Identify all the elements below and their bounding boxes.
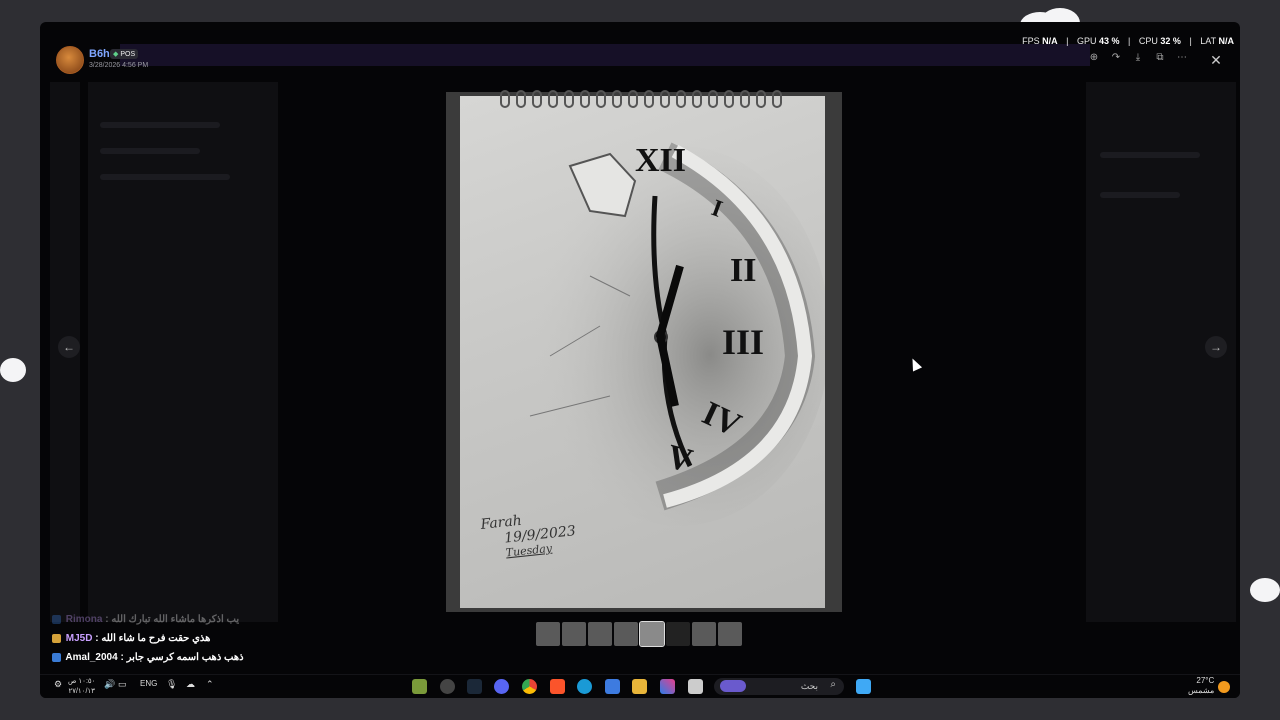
chat-username: Rimona bbox=[65, 614, 103, 625]
download-icon[interactable]: ⤓ bbox=[1130, 50, 1146, 66]
thumbnail-selected[interactable] bbox=[639, 621, 665, 647]
search-input[interactable]: بحث ⌕ bbox=[714, 678, 844, 695]
app-icon[interactable] bbox=[440, 679, 455, 694]
zoom-icon[interactable]: ⊕ bbox=[1086, 50, 1102, 66]
cpu-value: 32 % bbox=[1160, 36, 1181, 46]
search-decoration-icon bbox=[720, 680, 746, 692]
viewer-toolbar: ⊕ ↷ ⤓ ⧉ ⋯ bbox=[1086, 50, 1190, 66]
lat-label: LAT bbox=[1200, 36, 1216, 46]
cloud-decoration bbox=[1250, 578, 1280, 602]
cloud-decoration bbox=[0, 358, 26, 382]
store-icon[interactable] bbox=[605, 679, 620, 694]
fps-label: FPS bbox=[1022, 36, 1040, 46]
chat-username: Amal_2004 bbox=[65, 652, 118, 663]
gpu-value: 43 % bbox=[1099, 36, 1120, 46]
background-channel-list bbox=[88, 82, 278, 622]
lat-value: N/A bbox=[1218, 36, 1235, 46]
folder-icon[interactable] bbox=[632, 679, 647, 694]
badge-icon bbox=[52, 614, 61, 624]
mouse-cursor-icon bbox=[907, 356, 923, 372]
background-line bbox=[100, 122, 220, 128]
brave-icon[interactable] bbox=[550, 679, 565, 694]
weather-temp: 27°C bbox=[1196, 676, 1215, 685]
attachment-image: XII I II III IV V Farah 19/9/2023 Tuesda… bbox=[446, 90, 842, 612]
fps-value: N/A bbox=[1042, 36, 1058, 46]
badge-icon bbox=[52, 633, 61, 643]
banner-strip bbox=[120, 44, 1090, 66]
chrome-icon[interactable] bbox=[522, 679, 537, 694]
thumbnail[interactable] bbox=[718, 622, 742, 646]
search-icon: ⌕ bbox=[830, 679, 836, 690]
cloud-sync-icon[interactable]: ☁ bbox=[186, 679, 195, 690]
svg-text:XII: XII bbox=[635, 142, 686, 179]
settings-icon[interactable]: ⚙ bbox=[54, 679, 62, 690]
gpu-label: GPU bbox=[1076, 36, 1097, 46]
thumbnail[interactable] bbox=[588, 622, 612, 646]
speaker-icon[interactable]: 🔊 bbox=[104, 679, 115, 690]
clock-date: ٢٧/١٠/١٣ bbox=[68, 688, 95, 695]
tag-icon: ◆ bbox=[113, 51, 119, 58]
username[interactable]: B6h bbox=[89, 48, 110, 60]
cpu-label: CPU bbox=[1138, 36, 1158, 46]
arrow-right-icon[interactable]: → bbox=[1205, 336, 1227, 358]
copilot-icon[interactable] bbox=[660, 679, 675, 694]
arrow-left-icon[interactable]: ← bbox=[58, 336, 80, 358]
clock-time: ١٠:٥٠ ص bbox=[68, 678, 96, 685]
discord-icon[interactable] bbox=[494, 679, 509, 694]
background-line bbox=[100, 148, 200, 154]
viewer-header: B6h ◆ POS 3/28/2026 4:56 PM FPS N/A | GP… bbox=[40, 22, 1240, 74]
thumbnail[interactable] bbox=[666, 622, 690, 646]
chat-username: MJ5D bbox=[65, 633, 93, 644]
svg-text:II: II bbox=[730, 252, 756, 289]
chat-message: MJ5D : هذي حقت فرح ما شاء الله bbox=[52, 629, 244, 648]
clock[interactable]: ١٠:٥٠ ص ٢٧/١٠/١٣ bbox=[68, 677, 95, 697]
thumbnail[interactable] bbox=[562, 622, 586, 646]
open-external-icon[interactable]: ⧉ bbox=[1152, 50, 1168, 66]
steam-icon[interactable] bbox=[467, 679, 482, 694]
chat-message: Rimona : يب اذكرها ماشاء الله تبارك الله bbox=[52, 610, 244, 629]
taskbar: ⚙ ١٠:٥٠ ص ٢٧/١٠/١٣ 🔊 ▭ ENG 🎙 ☁ ⌃ بحث ⌕ 2… bbox=[40, 674, 1240, 698]
weather-desc: مشمس bbox=[1188, 686, 1215, 695]
minecraft-icon[interactable] bbox=[412, 679, 427, 694]
network-icon[interactable]: ▭ bbox=[118, 679, 127, 690]
background-line bbox=[1100, 152, 1200, 158]
thumbnail[interactable] bbox=[536, 622, 560, 646]
image-viewer-window: B6h ◆ POS 3/28/2026 4:56 PM FPS N/A | GP… bbox=[40, 22, 1240, 698]
weather-widget[interactable]: 27°C مشمس bbox=[1188, 676, 1214, 696]
edge-icon[interactable] bbox=[577, 679, 592, 694]
forward-icon[interactable]: ↷ bbox=[1108, 50, 1124, 66]
performance-overlay: FPS N/A | GPU 43 % | CPU 32 % | LAT N/A bbox=[1022, 36, 1235, 46]
chat-text: يب اذكرها ماشاء الله تبارك الله bbox=[111, 614, 240, 625]
window-icon[interactable] bbox=[688, 679, 703, 694]
thumbnail[interactable] bbox=[614, 622, 638, 646]
server-tag: ◆ POS bbox=[110, 49, 139, 59]
close-icon[interactable]: ✕ bbox=[1206, 50, 1226, 70]
background-line bbox=[100, 174, 230, 180]
more-icon[interactable]: ⋯ bbox=[1174, 50, 1190, 66]
svg-text:III: III bbox=[722, 322, 764, 362]
background-line bbox=[1100, 192, 1180, 198]
sun-icon bbox=[1218, 681, 1230, 693]
chat-message: Amal_2004 : ذهب ذهب اسمه كرسي جابر bbox=[52, 648, 244, 667]
chat-text: ذهب ذهب اسمه كرسي جابر bbox=[126, 652, 244, 663]
avatar[interactable] bbox=[56, 46, 84, 74]
badge-icon bbox=[52, 652, 61, 662]
thumbnail-strip bbox=[536, 621, 742, 647]
post-timestamp: 3/28/2026 4:56 PM bbox=[89, 62, 149, 69]
mic-icon[interactable]: 🎙 bbox=[166, 679, 177, 690]
windows-start-icon[interactable] bbox=[856, 679, 871, 694]
chat-text: هذي حقت فرح ما شاء الله bbox=[101, 633, 211, 644]
tag-label: POS bbox=[120, 51, 136, 58]
language-indicator[interactable]: ENG bbox=[140, 679, 157, 688]
thumbnail[interactable] bbox=[692, 622, 716, 646]
sketchbook-page: XII I II III IV V Farah 19/9/2023 Tuesda… bbox=[460, 90, 825, 608]
chat-overlay: Rimona : يب اذكرها ماشاء الله تبارك الله… bbox=[52, 610, 244, 667]
chevron-up-icon[interactable]: ⌃ bbox=[206, 679, 214, 690]
search-placeholder: بحث bbox=[800, 681, 818, 691]
